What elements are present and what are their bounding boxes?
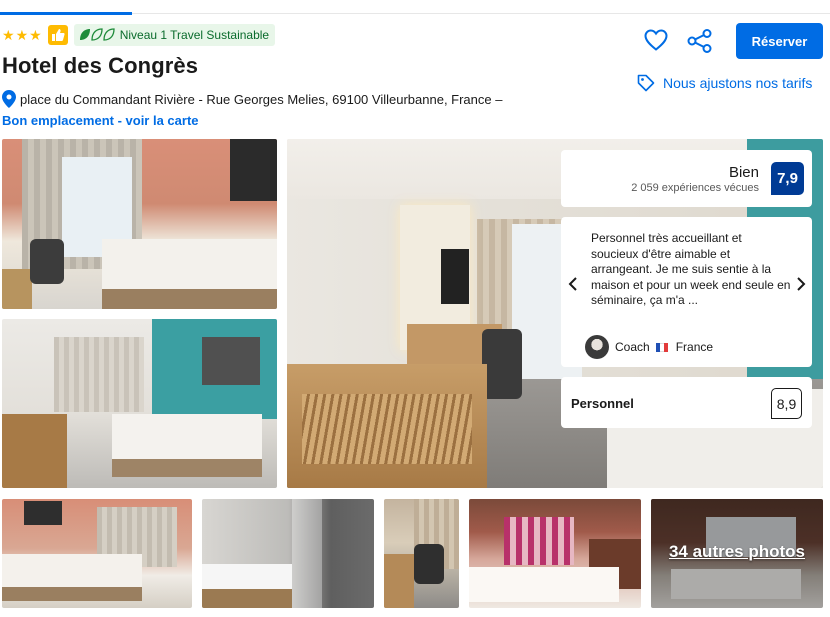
hotel-name: Hotel des Congrès xyxy=(2,53,199,78)
score-word: Bien xyxy=(728,164,759,181)
price-tag-icon xyxy=(637,74,655,92)
reserve-button[interactable]: Réserver xyxy=(736,23,823,59)
score-badge: 7,9 xyxy=(771,162,804,195)
hotel-badges: ★ ★ ★ Niveau 1 Travel Sustainable xyxy=(2,24,276,46)
photo-detail xyxy=(2,554,142,589)
avatar xyxy=(585,335,609,359)
photo-detail xyxy=(384,554,414,608)
photo-detail xyxy=(469,567,619,602)
save-heart-icon[interactable] xyxy=(644,29,668,56)
photo-detail xyxy=(202,589,292,608)
reviewer-info: Coach France xyxy=(585,335,713,359)
photo-detail xyxy=(30,239,64,284)
view-map-link[interactable]: Bon emplacement - voir la carte xyxy=(2,113,199,128)
address-text: place du Commandant Rivière - Rue George… xyxy=(20,91,503,107)
review-text: Personnel très accueillant et soucieux d… xyxy=(591,231,791,307)
gallery-thumbnail-3[interactable] xyxy=(384,499,459,608)
category-score: 8,9 xyxy=(771,388,802,419)
review-score-card[interactable]: Bien 2 059 expériences vécues 7,9 xyxy=(561,150,812,207)
hotel-address: place du Commandant Rivière - Rue George… xyxy=(2,90,502,108)
featured-review-card: Personnel très accueillant et soucieux d… xyxy=(561,217,812,367)
leaf-icon xyxy=(79,28,115,41)
photo-detail xyxy=(302,394,472,464)
more-photos-label[interactable]: 34 autres photos xyxy=(651,542,823,562)
photo-detail xyxy=(112,459,262,477)
reviewer-country: France xyxy=(675,340,714,354)
photo-detail xyxy=(54,337,144,412)
gallery-photo-1[interactable] xyxy=(2,139,277,309)
gallery-thumbnail-2[interactable] xyxy=(202,499,374,608)
star-icon: ★ xyxy=(15,27,29,43)
price-match-label: Nous ajustons nos tarifs xyxy=(663,75,813,91)
star-icon: ★ xyxy=(2,27,15,43)
photo-detail xyxy=(230,139,277,201)
gallery-photo-2[interactable] xyxy=(2,319,277,488)
chevron-left-icon[interactable] xyxy=(568,277,578,296)
active-tab-indicator xyxy=(0,12,132,15)
photo-detail xyxy=(482,329,522,399)
photo-detail xyxy=(102,289,277,309)
star-rating: ★ ★ ★ xyxy=(2,28,42,42)
share-icon[interactable] xyxy=(687,29,713,58)
photo-detail xyxy=(414,544,444,584)
sustainability-label: Niveau 1 Travel Sustainable xyxy=(119,28,270,42)
photo-detail xyxy=(292,499,322,608)
category-label: Personnel xyxy=(571,396,634,411)
map-pin-icon xyxy=(2,90,16,108)
reviewer-name: Coach xyxy=(615,340,650,354)
france-flag-icon xyxy=(655,342,668,352)
sustainability-badge[interactable]: Niveau 1 Travel Sustainable xyxy=(73,24,276,46)
photo-detail xyxy=(112,414,262,464)
photo-detail xyxy=(2,269,32,309)
star-icon: ★ xyxy=(29,27,42,43)
photo-detail xyxy=(441,249,469,304)
category-score-card: Personnel 8,9 xyxy=(561,377,812,428)
gallery-more-photos[interactable]: 34 autres photos xyxy=(651,499,823,608)
gallery-thumbnail-1[interactable] xyxy=(2,499,192,608)
thumbs-up-icon[interactable] xyxy=(47,25,68,45)
photo-detail xyxy=(2,587,142,601)
photo-detail xyxy=(504,517,574,565)
chevron-right-icon[interactable] xyxy=(796,277,806,296)
gallery-thumbnail-4[interactable] xyxy=(469,499,641,608)
price-match-link[interactable]: Nous ajustons nos tarifs xyxy=(637,74,812,92)
review-count: 2 059 expériences vécues xyxy=(631,182,759,194)
photo-detail xyxy=(2,414,67,488)
photo-detail xyxy=(24,501,62,525)
photo-detail xyxy=(202,337,260,385)
